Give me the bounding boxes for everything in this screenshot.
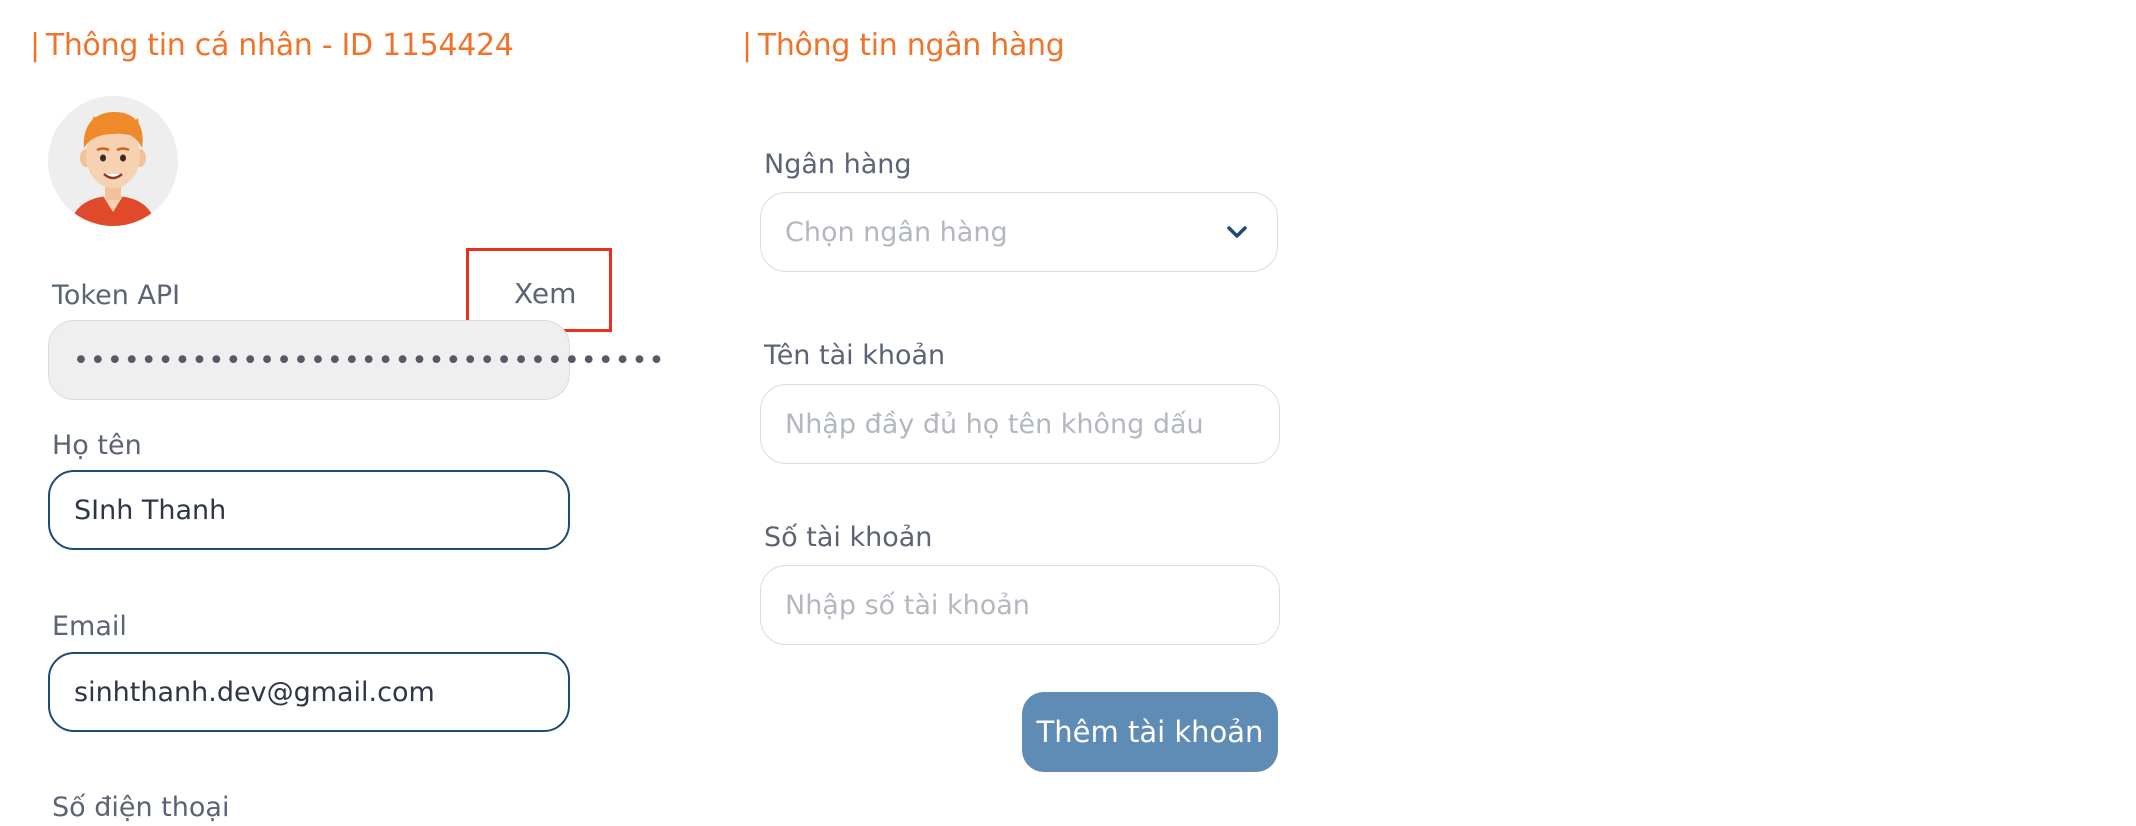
email-label: Email	[52, 611, 127, 642]
profile-page: | Thông tin cá nhân - ID 1154424 Token A…	[0, 0, 2136, 826]
account-number-input[interactable]: Nhập số tài khoản	[760, 565, 1280, 645]
bank-info-title-text: Thông tin ngân hàng	[757, 28, 1065, 63]
view-token-link[interactable]: Xem	[514, 277, 576, 310]
email-value: sinhthanh.dev@gmail.com	[74, 676, 435, 708]
account-number-label: Số tài khoản	[764, 522, 933, 553]
account-number-placeholder: Nhập số tài khoản	[785, 589, 1030, 621]
title-accent-bar: |	[30, 28, 40, 63]
bank-select-placeholder: Chọn ngân hàng	[785, 216, 1008, 248]
full-name-value: SInh Thanh	[74, 494, 227, 526]
personal-info-title-text: Thông tin cá nhân - ID 1154424	[45, 28, 514, 63]
account-name-label: Tên tài khoản	[764, 340, 946, 371]
add-account-button[interactable]: Thêm tài khoản	[1022, 692, 1278, 772]
token-api-label: Token API	[52, 280, 181, 311]
bank-info-title: | Thông tin ngân hàng	[742, 28, 1065, 63]
full-name-label: Họ tên	[52, 430, 142, 461]
title-accent-bar: |	[742, 28, 752, 63]
email-input[interactable]: sinhthanh.dev@gmail.com	[48, 652, 570, 732]
personal-info-title: | Thông tin cá nhân - ID 1154424	[30, 28, 514, 63]
full-name-input[interactable]: SInh Thanh	[48, 470, 570, 550]
user-avatar-icon	[70, 112, 156, 226]
chevron-down-icon	[1227, 226, 1247, 238]
token-api-masked-value: •••••••••••••••••••••••••••••••••••	[73, 344, 666, 376]
token-api-field: •••••••••••••••••••••••••••••••••••	[48, 320, 664, 400]
phone-label: Số điện thoại	[52, 792, 230, 823]
account-name-input[interactable]: Nhập đầy đủ họ tên không dấu	[760, 384, 1280, 464]
bank-label: Ngân hàng	[764, 149, 912, 180]
avatar	[48, 96, 178, 226]
bank-select[interactable]: Chọn ngân hàng	[760, 192, 1278, 272]
account-name-placeholder: Nhập đầy đủ họ tên không dấu	[785, 408, 1204, 440]
